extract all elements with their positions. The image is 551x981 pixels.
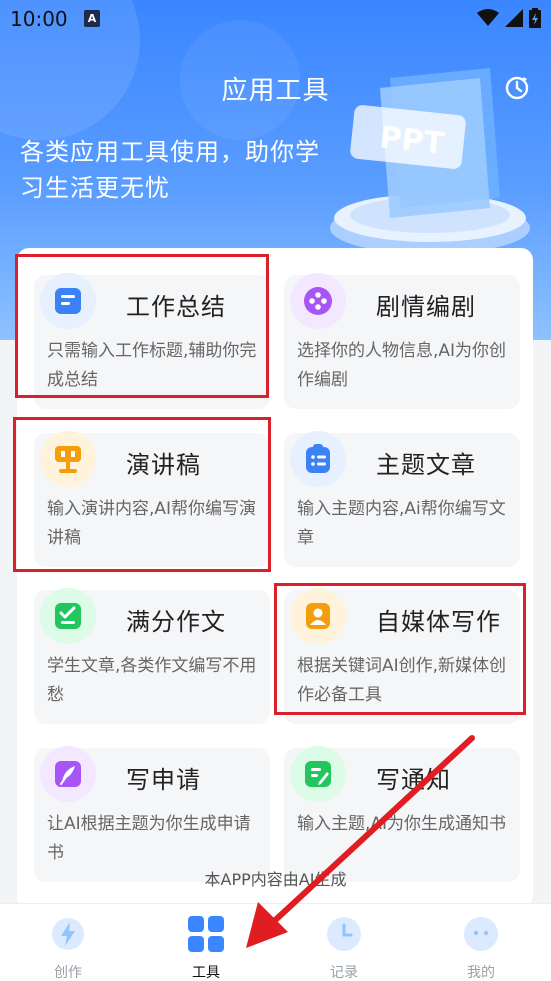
tool-icon-wrap: [290, 431, 346, 487]
checklist-icon: [55, 603, 81, 629]
tool-icon-wrap: [290, 273, 346, 329]
tool-title: 满分作文: [126, 608, 226, 636]
tool-card-script-writing[interactable]: 剧情编剧 选择你的人物信息,AI为你创作编剧: [284, 273, 520, 409]
tool-icon-wrap: [40, 746, 96, 802]
tool-title: 写通知: [376, 766, 451, 794]
ai-generated-notice: 本APP内容由AI生成: [204, 870, 347, 889]
tool-icon-wrap: [290, 746, 346, 802]
highlight-box-speech: [13, 417, 271, 572]
battery-icon: [529, 8, 541, 28]
status-bar: 10:00 A: [0, 0, 551, 38]
tab-me[interactable]: 我的: [431, 910, 531, 981]
tool-title: 剧情编剧: [376, 293, 476, 321]
ppt-illustration-text: PPT: [378, 120, 446, 162]
film-reel-icon: [304, 287, 332, 315]
smile-chat-icon: [464, 917, 498, 951]
clipboard-list-icon: [306, 444, 330, 473]
signal-icon: [505, 9, 523, 27]
notification-badge-icon: A: [84, 10, 100, 27]
tool-desc: 学生文章,各类作文编写不用愁: [47, 656, 257, 705]
tool-title: 写申请: [126, 766, 201, 794]
tab-label: 工具: [192, 965, 220, 981]
tab-label: 创作: [54, 965, 82, 981]
tool-desc: 选择你的人物信息,AI为你创作编剧: [297, 341, 507, 390]
lightning-icon: [52, 918, 84, 950]
tool-card-application[interactable]: 写申请 让AI根据主题为你生成申请书: [34, 746, 270, 882]
highlight-box-self-media: [274, 583, 526, 715]
header-tagline: 各类应用工具使用，助你学习生活更无忧: [20, 138, 320, 202]
tab-label: 记录: [330, 965, 358, 981]
tab-records[interactable]: 记录: [294, 910, 394, 981]
tool-desc: 输入主题,AI为你生成通知书: [297, 814, 507, 834]
quill-pen-icon: [55, 761, 81, 787]
tab-label: 我的: [467, 965, 495, 981]
tool-desc: 输入主题内容,Ai帮你编写文章: [297, 499, 506, 548]
status-time: 10:00: [10, 7, 68, 31]
grid-icon: [188, 916, 224, 952]
status-icons: [477, 8, 541, 28]
tool-card-notice[interactable]: 写通知 输入主题,AI为你生成通知书: [284, 746, 520, 882]
clock-icon: [327, 917, 361, 951]
wifi-icon: [477, 9, 499, 26]
tool-title: 主题文章: [376, 451, 476, 479]
tool-icon-wrap: [40, 588, 96, 644]
highlight-box-work-summary: [15, 254, 269, 398]
bottom-tab-bar: 创作 工具 记录 我的: [0, 903, 551, 981]
edit-note-icon: [305, 761, 331, 787]
tool-desc: 让AI根据主题为你生成申请书: [47, 814, 251, 863]
tool-card-full-score-essay[interactable]: 满分作文 学生文章,各类作文编写不用愁: [34, 588, 270, 724]
tab-create[interactable]: 创作: [18, 910, 118, 981]
ppt-illustration: PPT: [330, 68, 530, 254]
tool-card-topic-article[interactable]: 主题文章 输入主题内容,Ai帮你编写文章: [284, 431, 520, 567]
tab-tools[interactable]: 工具: [156, 910, 256, 981]
